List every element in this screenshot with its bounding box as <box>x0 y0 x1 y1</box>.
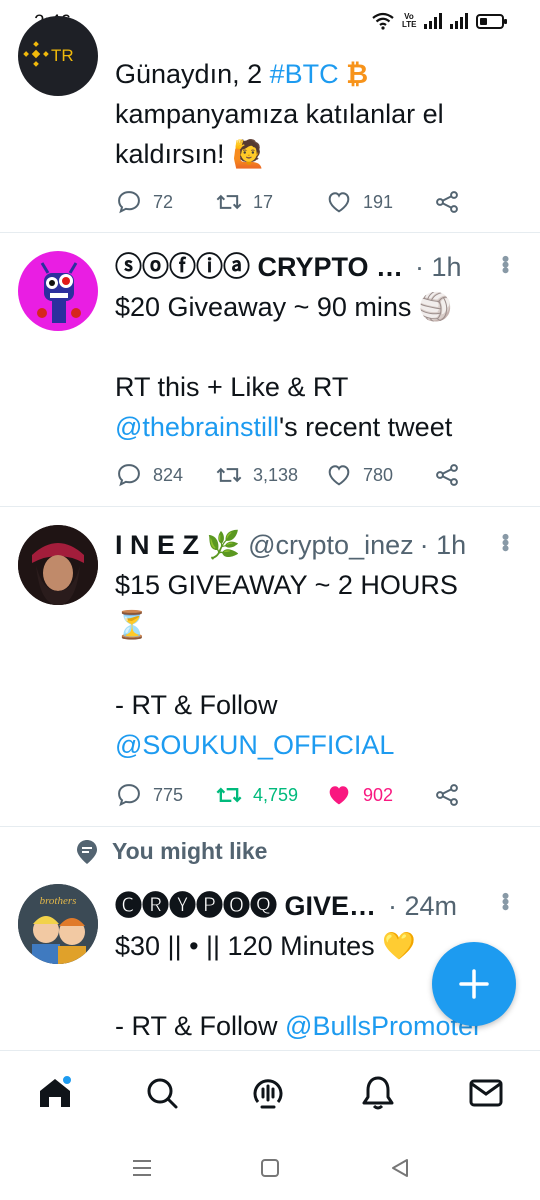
share-icon <box>436 784 458 806</box>
you-might-like-label: You might like <box>76 838 267 865</box>
reply-icon <box>118 191 140 214</box>
like-button-active[interactable]: 902 <box>325 781 433 809</box>
mention-link[interactable]: @thebrainstill <box>115 412 279 442</box>
tweet-time: · 1h <box>419 530 467 560</box>
menu-lines-icon <box>133 1160 151 1176</box>
retweet-icon <box>216 467 242 483</box>
tweet-time: · 1h <box>415 252 462 282</box>
tweet-text: $20 Giveaway ~ 90 mins 🏐 RT this + Like … <box>115 292 453 442</box>
status-icons: Vo LTE <box>372 12 507 30</box>
system-nav-bar <box>0 1132 540 1200</box>
robot-avatar-icon <box>37 262 81 323</box>
tweet-actions: 775 4,759 902 <box>115 781 461 809</box>
avatar-sofia[interactable] <box>18 251 98 331</box>
back-button[interactable] <box>386 1154 414 1182</box>
tweet-text: Günaydın, 2 #BTC ₿ kampanyamıza katılanl… <box>115 59 444 169</box>
recent-apps-button[interactable] <box>128 1154 156 1182</box>
retweet-button[interactable]: 3,138 <box>215 461 325 489</box>
author-handle[interactable]: @crypto_inez <box>248 525 413 565</box>
tab-home[interactable] <box>35 1073 75 1113</box>
author-name[interactable]: ⓢⓞⓕⓘⓐ CRYPTO … <box>115 247 403 287</box>
square-icon <box>261 1159 279 1177</box>
reply-button[interactable]: 775 <box>115 781 215 809</box>
share-button[interactable] <box>433 188 461 216</box>
tweet-header: I N E Z 🌿 @crypto_inez · 1h <box>115 525 520 565</box>
tab-search[interactable] <box>142 1073 182 1113</box>
hashtag-link[interactable]: #BTC <box>270 59 339 89</box>
wifi-icon <box>372 12 394 30</box>
avatar-binance-tr[interactable]: TR <box>18 16 98 96</box>
bell-icon <box>362 1076 394 1110</box>
tab-messages[interactable] <box>466 1073 506 1113</box>
tweet-header: 🅒🅡🅨🅟🅞🅠 GIVE… · 24m <box>115 886 520 926</box>
binance-logo-icon: TR <box>23 41 74 67</box>
location-pin-icon <box>77 839 97 864</box>
retweet-icon <box>216 194 242 210</box>
tweet-2[interactable]: ⓢⓞⓕⓘⓐ CRYPTO … · 1h $20 Giveaway ~ 90 mi… <box>0 233 540 507</box>
back-triangle-icon <box>392 1159 408 1177</box>
tab-spaces[interactable] <box>248 1073 288 1113</box>
tweet-time: · 24m <box>388 891 458 921</box>
cartoon-avatar-icon: brothers <box>18 884 98 964</box>
like-button[interactable]: 780 <box>325 461 433 489</box>
mention-link[interactable]: @SOUKUN_OFFICIAL <box>115 730 394 760</box>
spaces-icon <box>253 1079 283 1109</box>
author-name[interactable]: I N E Z 🌿 <box>115 525 240 565</box>
more-options-icon[interactable]: ••• <box>493 533 518 550</box>
tweet-1[interactable]: TR Günaydın, 2 #BTC ₿ kampanyamıza katıl… <box>0 16 540 233</box>
share-icon <box>436 191 458 213</box>
avatar-inez[interactable] <box>18 525 98 605</box>
more-options-icon[interactable]: ••• <box>493 255 518 272</box>
reply-button[interactable]: 72 <box>115 188 215 216</box>
person-avatar-icon <box>18 525 98 605</box>
tweet-actions: 824 3,138 780 <box>115 461 461 489</box>
home-system-button[interactable] <box>256 1154 284 1182</box>
search-icon <box>147 1078 178 1109</box>
like-button[interactable]: 191 <box>325 188 433 216</box>
reply-button[interactable]: 824 <box>115 461 215 489</box>
battery-icon <box>476 13 507 29</box>
svg-text:brothers: brothers <box>40 895 77 907</box>
signal-icon-2 <box>450 13 468 29</box>
retweet-icon <box>216 787 242 803</box>
reply-icon <box>118 784 140 807</box>
heart-icon <box>328 465 350 486</box>
tweet-header: ⓢⓞⓕⓘⓐ CRYPTO … · 1h <box>115 247 520 287</box>
share-button[interactable] <box>433 781 461 809</box>
author-name[interactable]: 🅒🅡🅨🅟🅞🅠 GIVE… <box>115 886 376 926</box>
heart-icon <box>328 192 350 213</box>
avatar-label: TR <box>51 46 74 65</box>
avatar-crypoq[interactable]: brothers <box>18 884 98 964</box>
volte-icon: Vo LTE <box>402 12 417 29</box>
mail-icon <box>469 1079 503 1107</box>
heart-filled-icon <box>329 786 349 805</box>
plus-icon <box>459 969 489 999</box>
home-icon <box>40 1074 73 1107</box>
reply-icon <box>118 464 140 487</box>
more-options-icon[interactable]: ••• <box>493 892 518 909</box>
retweet-button-active[interactable]: 4,759 <box>215 781 325 809</box>
compose-tweet-button[interactable] <box>432 942 516 1026</box>
share-button[interactable] <box>433 461 461 489</box>
bitcoin-symbol: ₿ <box>338 59 369 89</box>
tweet-actions: 72 17 191 <box>115 188 461 216</box>
tab-notifications[interactable] <box>358 1073 398 1113</box>
retweet-button[interactable]: 17 <box>215 188 325 216</box>
share-icon <box>436 464 458 486</box>
tweet-3[interactable]: I N E Z 🌿 @crypto_inez · 1h $15 GIVEAWAY… <box>0 507 540 827</box>
bottom-tab-bar <box>0 1050 540 1132</box>
signal-icon <box>424 13 442 29</box>
tweet-text: $15 GIVEAWAY ~ 2 HOURS ⏳ - RT & Follow @… <box>115 570 458 760</box>
